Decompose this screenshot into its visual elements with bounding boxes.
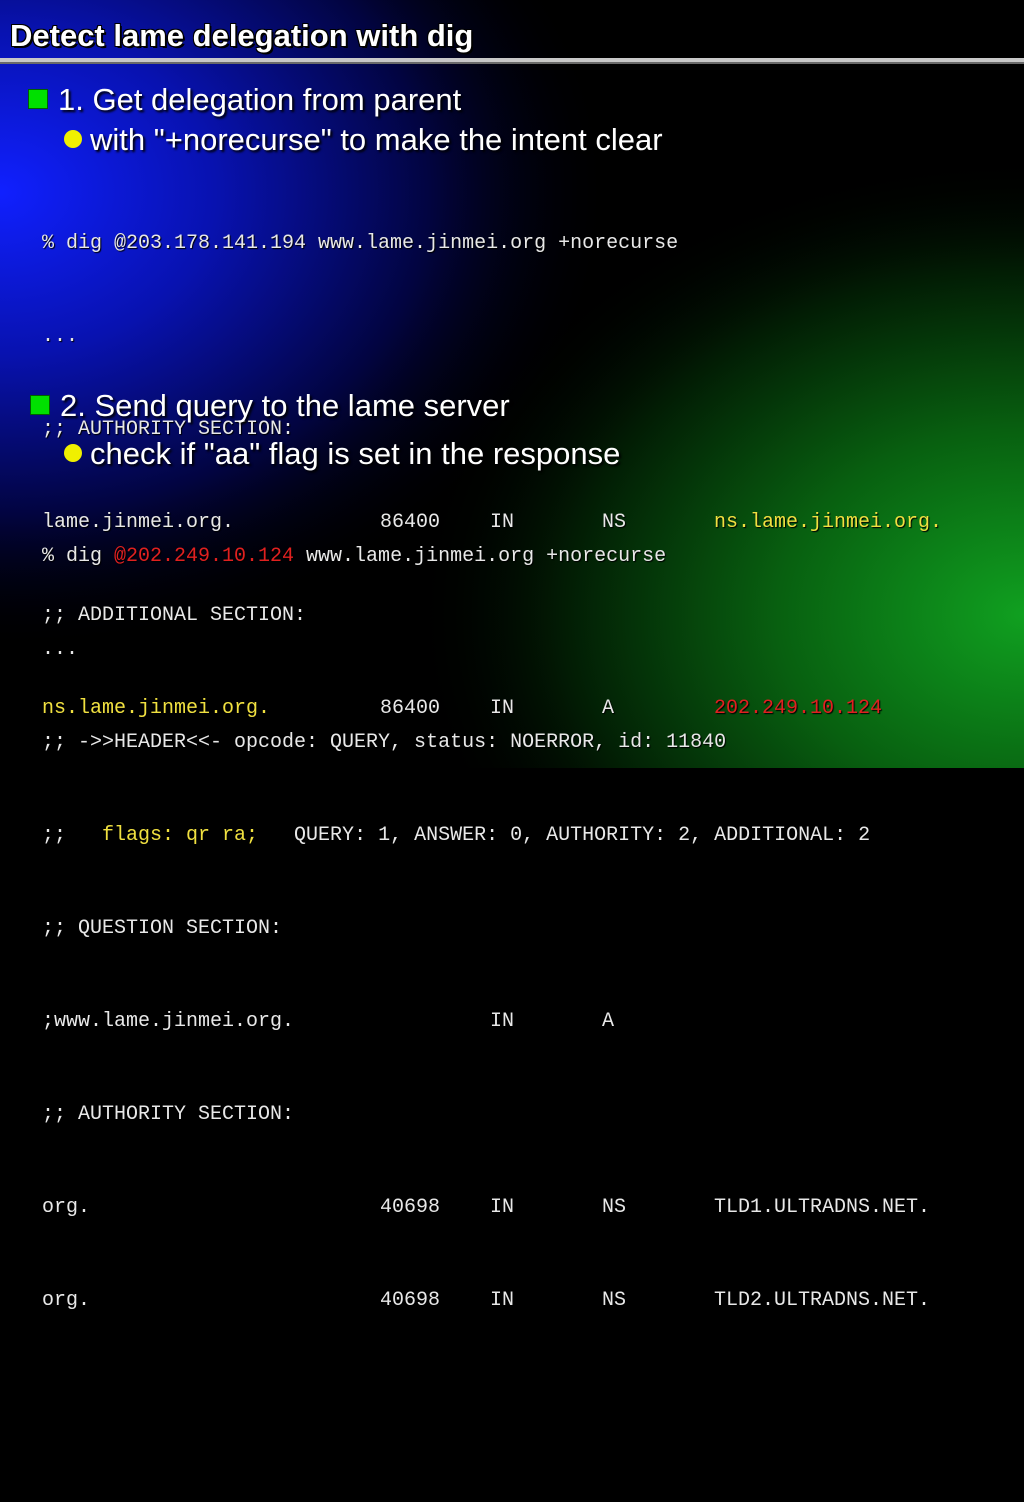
record-ttl: 40698 (380, 1289, 441, 1312)
record-data: TLD1.ULTRADNS.NET. (714, 1196, 931, 1219)
step2-question-record: ;www.lame.jinmei.org. IN A (42, 1006, 870, 1037)
step1-label: 1. Get delegation from parent (58, 82, 462, 117)
square-bullet-icon (30, 394, 50, 415)
record-ttl: 40698 (380, 1196, 441, 1219)
record-class: IN (490, 1196, 515, 1219)
step2-command: % dig @202.249.10.124 www.lame.jinmei.or… (42, 541, 870, 572)
command-rest: www.lame.jinmei.org +norecurse (294, 545, 667, 568)
step1-command: % dig @203.178.141.194 www.lame.jinmei.o… (42, 232, 679, 255)
record-name: ;www.lame.jinmei.org. (42, 1010, 295, 1033)
record-type: NS (602, 1289, 627, 1312)
record-name: org. (42, 1289, 91, 1312)
step1-sub-bullet: with "+norecurse" to make the intent cle… (64, 122, 663, 158)
step2-authority-record: org. 40698 IN NS TLD1.ULTRADNS.NET. (42, 1192, 930, 1223)
round-bullet-icon (64, 129, 82, 148)
command-server: @202.249.10.124 (114, 545, 295, 568)
title-divider-shadow (0, 62, 1024, 64)
step2-flags-line: ;; flags: qr ra; QUERY: 1, ANSWER: 0, AU… (42, 820, 870, 851)
step1-bullet: 1. Get delegation from parent (28, 82, 461, 118)
record-name: org. (42, 1196, 91, 1219)
command-prefix: % dig (42, 545, 115, 568)
step2-sub-label: check if "aa" flag is set in the respons… (90, 436, 621, 471)
record-class: IN (490, 1010, 515, 1033)
record-type: A (602, 1010, 615, 1033)
flags-prefix: ;; (42, 824, 103, 847)
slide-title: Detect lame delegation with dig (10, 18, 474, 53)
step2-authority-header: ;; AUTHORITY SECTION: (42, 1103, 295, 1126)
flags-value: flags: qr ra; (102, 824, 259, 847)
step2-ellipsis: ... (42, 638, 79, 661)
square-bullet-icon (28, 88, 48, 109)
step2-question-header: ;; QUESTION SECTION: (42, 917, 283, 940)
step2-dig-output: % dig @202.249.10.124 www.lame.jinmei.or… (42, 479, 930, 1347)
record-class: IN (490, 1289, 515, 1312)
step2-authority-record: org. 40698 IN NS TLD2.ULTRADNS.NET. (42, 1285, 930, 1316)
step2-sub-bullet: check if "aa" flag is set in the respons… (64, 436, 620, 472)
record-data: TLD2.ULTRADNS.NET. (714, 1289, 931, 1312)
step2-label: 2. Send query to the lame server (60, 388, 510, 423)
step1-ellipsis: ... (42, 325, 79, 348)
round-bullet-icon (64, 443, 82, 462)
step2-bullet: 2. Send query to the lame server (30, 388, 510, 424)
record-type: NS (602, 1196, 627, 1219)
step2-header-line: ;; ->>HEADER<<- opcode: QUERY, status: N… (42, 731, 727, 754)
step1-sub-label: with "+norecurse" to make the intent cle… (90, 122, 663, 157)
flags-counts: QUERY: 1, ANSWER: 0, AUTHORITY: 2, ADDIT… (258, 824, 871, 847)
